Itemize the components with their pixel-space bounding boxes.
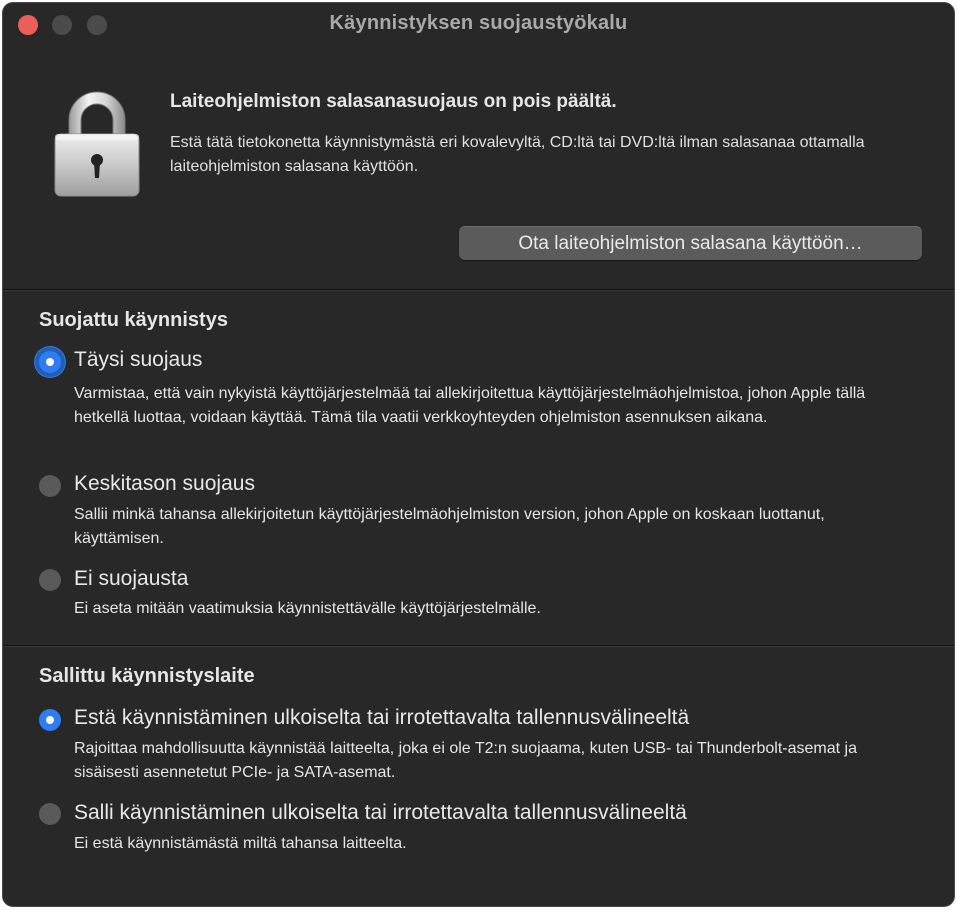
padlock-icon xyxy=(54,91,140,197)
section-divider xyxy=(3,289,954,291)
enable-firmware-password-button[interactable]: Ota laiteohjelmiston salasana käyttöön… xyxy=(459,226,922,260)
allow-external-boot-radio[interactable] xyxy=(39,803,61,825)
full-security-radio[interactable] xyxy=(39,351,61,373)
startup-security-window: Käynnistyksen suojaustyökalu Laiteohjelm… xyxy=(2,2,955,907)
firmware-status-heading: Laiteohjelmiston salasanasuojaus on pois… xyxy=(170,91,617,112)
no-security-label[interactable]: Ei suojausta xyxy=(74,567,188,591)
allow-external-boot-description: Ei estä käynnistämästä miltä tahansa lai… xyxy=(74,835,407,852)
disallow-external-boot-description: Rajoittaa mahdollisuutta käynnistää lait… xyxy=(74,740,857,781)
full-security-description: Varmistaa, että vain nykyistä käyttöjärj… xyxy=(74,385,866,426)
allow-external-boot-label[interactable]: Salli käynnistäminen ulkoiselta tai irro… xyxy=(74,801,687,825)
medium-security-description: Sallii minkä tahansa allekirjoitetun käy… xyxy=(74,506,825,547)
disallow-external-boot-radio[interactable] xyxy=(39,709,61,731)
full-security-label[interactable]: Täysi suojaus xyxy=(74,348,202,372)
disallow-external-boot-label[interactable]: Estä käynnistäminen ulkoiselta tai irrot… xyxy=(74,706,689,730)
medium-security-radio[interactable] xyxy=(39,475,61,497)
no-security-description: Ei aseta mitään vaatimuksia käynnistettä… xyxy=(74,600,541,617)
secure-boot-section-title: Suojattu käynnistys xyxy=(39,309,228,331)
section-divider xyxy=(3,645,954,647)
external-boot-section-title: Sallittu käynnistyslaite xyxy=(39,665,255,687)
window-title: Käynnistyksen suojaustyökalu xyxy=(329,12,628,34)
title-bar: Käynnistyksen suojaustyökalu xyxy=(3,3,954,47)
firmware-description: Estä tätä tietokonetta käynnistymästä er… xyxy=(170,134,865,175)
medium-security-label[interactable]: Keskitason suojaus xyxy=(74,472,255,496)
no-security-radio[interactable] xyxy=(39,569,61,591)
